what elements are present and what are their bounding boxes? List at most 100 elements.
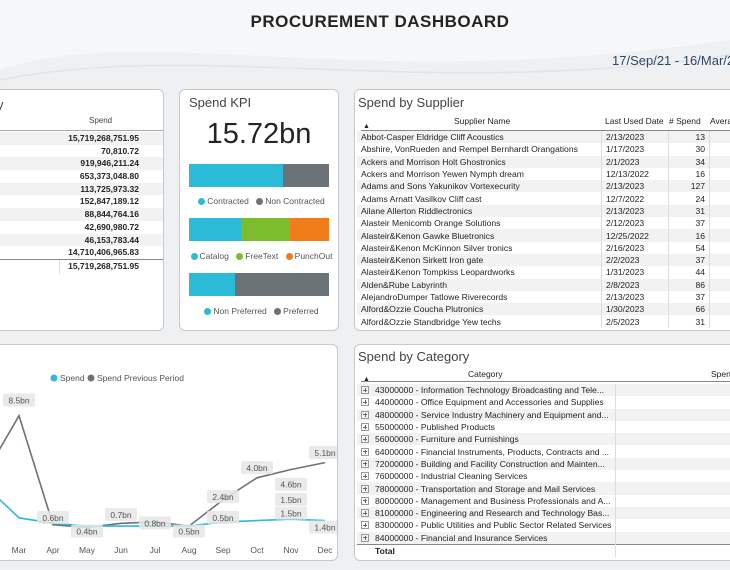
spend-trend-chart[interactable]: Spend Spend Previous Period Mar Apr May Jun Ju…	[0, 345, 338, 561]
last-used-date: 2/13/2023	[600, 131, 669, 144]
spend-trend-card: Spend Spend Previous Period Mar Apr May Jun Ju…	[0, 344, 338, 561]
column-header-spend[interactable]: Spend	[89, 116, 112, 125]
spend-row[interactable]: 919,946,211.24	[0, 157, 163, 171]
bar-segment-contracted[interactable]	[189, 164, 283, 187]
table-row[interactable]: 72000000 - Building and Facility Constru…	[357, 457, 730, 471]
supplier-name: Alden&Rube Labyrinth	[361, 279, 447, 290]
table-row[interactable]: Abshire, VonRueden and Rempel Bernhardt …	[357, 143, 730, 156]
category-cell[interactable]: 64000000 - Financial Instruments, Produc…	[357, 445, 616, 457]
column-header-spend[interactable]: Spend	[711, 369, 730, 379]
sort-ascending-icon[interactable]: ▲	[363, 376, 370, 383]
table-row[interactable]: 80000000 - Management and Business Profe…	[357, 494, 730, 507]
category-cell[interactable]: 83000000 - Public Utilities and Public S…	[357, 519, 616, 531]
channel-bar[interactable]	[189, 218, 329, 241]
expand-icon[interactable]	[361, 496, 369, 505]
last-used-date: 1/31/2023	[600, 266, 669, 279]
column-header-count[interactable]: # Spend	[669, 116, 701, 126]
supplier-name: Ackers and Morrison Holt Ghostronics	[361, 156, 506, 167]
table-row[interactable]: Alford&Ozzie Coucha Plutronics 1/30/2023 6…	[357, 303, 730, 316]
column-header-average[interactable]: Averag	[710, 116, 730, 126]
expand-icon[interactable]	[361, 435, 369, 444]
bar-segment-punchout[interactable]	[289, 218, 329, 241]
last-used-date: 12/13/2022	[600, 167, 669, 181]
expand-icon[interactable]	[361, 533, 369, 542]
spend-cell	[615, 420, 730, 434]
spend-count: 16	[667, 167, 710, 181]
spend-row[interactable]: 46,153,783.44	[0, 233, 163, 247]
column-header-last-used[interactable]: Last Used Date	[605, 116, 664, 126]
table-row[interactable]: 76000000 - Industrial Cleaning Services	[357, 470, 730, 483]
table-row[interactable]: Alden&Rube Labyrinth 2/8/2023 86	[357, 278, 730, 291]
table-row[interactable]: Alasteir&Kenon McKinnon Silver tronics 2/…	[357, 241, 730, 254]
table-row[interactable]: Alasteir&Kenon Tompkiss Leopardworks 1/31…	[357, 266, 730, 279]
category-cell[interactable]: 56000000 - Furniture and Furnishings	[357, 433, 616, 445]
expand-icon[interactable]	[361, 386, 369, 395]
preferred-bar[interactable]	[189, 273, 329, 296]
column-header-category[interactable]: Category	[468, 369, 503, 379]
table-row[interactable]: Alasteir Menicomb Orange Solutions 2/12/2…	[357, 217, 730, 230]
category-cell[interactable]: 78000000 - Transportation and Storage an…	[357, 482, 616, 494]
table-row[interactable]: 48000000 - Service Industry Machinery an…	[357, 408, 730, 421]
expand-icon[interactable]	[361, 447, 369, 456]
contracted-bar[interactable]	[189, 164, 329, 187]
table-row[interactable]: Adams and Sons Yakunikov Vortexecurity 2/…	[357, 180, 730, 193]
spend-row[interactable]: a88,844,764.16	[0, 208, 163, 221]
table-row[interactable]: 44000000 - Office Equipment and Accessor…	[357, 396, 730, 409]
table-row[interactable]: 43000000 - Information Technology Broadc…	[357, 384, 730, 397]
bar-segment-freetext[interactable]	[240, 218, 290, 241]
table-row[interactable]: Ackers and Morrison Holt Ghostronics 2/1/…	[357, 155, 730, 168]
table-row[interactable]: Alford&Ozzie Standbridge Yew techs 2/5/20…	[357, 315, 730, 328]
category-cell[interactable]: 44000000 - Office Equipment and Accessor…	[357, 396, 616, 408]
bar-segment-non-preferred[interactable]	[189, 273, 236, 296]
category-cell[interactable]: 80000000 - Management and Business Profe…	[357, 495, 616, 507]
table-row[interactable]: Alasteir&Kenon Gawke Bluetronics 12/25/20…	[357, 229, 730, 242]
bar-segment-catalog[interactable]	[189, 218, 241, 241]
expand-icon[interactable]	[361, 398, 369, 407]
table-row[interactable]: 83000000 - Public Utilities and Public S…	[357, 519, 730, 532]
table-row[interactable]: 55000000 - Published Products	[357, 420, 730, 434]
table-row[interactable]: Alasteir&Kenon Sirkett Iron gate 2/2/2023…	[357, 253, 730, 267]
category-cell[interactable]: 43000000 - Information Technology Broadc…	[357, 384, 616, 396]
category-cell[interactable]: 55000000 - Published Products	[357, 421, 616, 433]
expand-icon[interactable]	[361, 410, 369, 419]
column-header-supplier[interactable]: Supplier Name	[454, 116, 510, 126]
table-row[interactable]: 84000000 - Financial and Insurance Servi…	[357, 531, 730, 545]
table-row[interactable]: 78000000 - Transportation and Storage an…	[357, 482, 730, 495]
bar-segment-non-contracted[interactable]	[282, 164, 329, 187]
date-range[interactable]: 17/Sep/21 - 16/Mar/2	[612, 53, 730, 68]
spend-row[interactable]: 152,847,189.12	[0, 195, 163, 209]
bar-segment-preferred[interactable]	[235, 273, 329, 296]
data-label: 1.5bn	[280, 495, 302, 505]
category-cell[interactable]: 76000000 - Industrial Cleaning Services	[357, 470, 616, 482]
expand-icon[interactable]	[361, 459, 369, 468]
expand-icon[interactable]	[361, 423, 369, 432]
spend-row[interactable]: 653,373,048.80	[0, 170, 163, 183]
expand-icon[interactable]	[361, 521, 369, 530]
expand-icon[interactable]	[361, 472, 369, 481]
table-row[interactable]: 81000000 - Engineering and Research and …	[357, 506, 730, 520]
sort-ascending-icon[interactable]: ▲	[363, 123, 370, 130]
table-row[interactable]: Adams Arnatt Vasilkov Cliff cast 12/7/202…	[357, 192, 730, 205]
category-label: 43000000 - Information Technology Broadc…	[375, 385, 605, 396]
spend-cell	[615, 506, 730, 520]
table-row[interactable]: 56000000 - Furniture and Furnishings	[357, 433, 730, 446]
table-row[interactable]: 64000000 - Financial Instruments, Produc…	[357, 445, 730, 458]
table-row[interactable]: Ailane Allerton Riddlectronics 2/13/2023 3…	[357, 204, 730, 218]
spend-row[interactable]: 14,710,406,965.83	[0, 246, 163, 259]
last-used-date: 2/5/2023	[600, 315, 669, 328]
category-cell[interactable]: 48000000 - Service Industry Machinery an…	[357, 409, 616, 421]
expand-icon[interactable]	[361, 484, 369, 493]
spend-row[interactable]: 70,810.72	[0, 144, 163, 158]
category-cell[interactable]: 72000000 - Building and Facility Constru…	[357, 458, 616, 470]
table-row[interactable]: Abbot-Casper Eldridge Cliff Acoustics 2/1…	[357, 131, 730, 144]
spend-row[interactable]: 42,690,980.72	[0, 220, 163, 234]
last-used-date: 1/17/2023	[600, 143, 669, 156]
x-tick-label: Dec	[317, 545, 333, 555]
category-cell[interactable]: 84000000 - Financial and Insurance Servi…	[357, 532, 616, 545]
spend-row[interactable]: 15,719,268,751.95	[0, 132, 163, 145]
spend-row[interactable]: 113,725,973.32	[0, 182, 163, 196]
table-row[interactable]: Ackers and Morrison Yewen Nymph dream 12/…	[357, 167, 730, 181]
table-row[interactable]: AlejandroDumper Tatlowe Riverecords 2/13/…	[357, 290, 730, 304]
expand-icon[interactable]	[361, 509, 369, 518]
category-cell[interactable]: 81000000 - Engineering and Research and …	[357, 507, 616, 519]
